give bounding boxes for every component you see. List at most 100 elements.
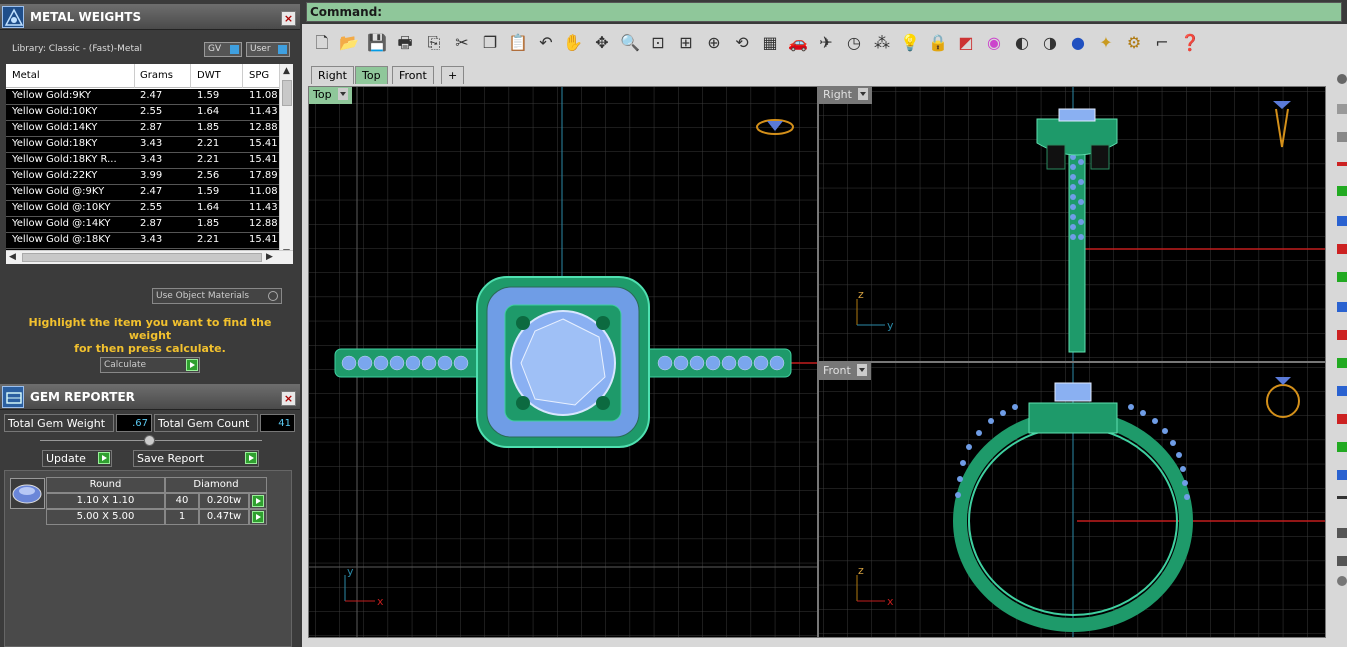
viewport-layout-icon[interactable]: ▦ [759,32,781,54]
metal-table-row[interactable]: Yellow Gold:10KY 2.55 1.64 11.43 [6,105,284,121]
front-viewport-label[interactable]: Front [819,363,871,380]
col-dwt[interactable]: DWT [197,70,221,81]
metal-table-row[interactable]: Yellow Gold:9KY 2.47 1.59 11.08 [6,89,284,105]
blue-arrow-tool-icon[interactable] [1337,216,1347,226]
plane-icon[interactable]: ✈ [815,32,837,54]
metal-cell-grams: 2.47 [140,90,163,101]
zoom-icon[interactable]: 🔍 [619,32,641,54]
metal-cell-grams: 2.87 [140,218,163,229]
light-tool-icon[interactable] [1337,74,1347,84]
col-metal[interactable]: Metal [12,70,40,81]
pencil-tool-icon[interactable] [1337,556,1347,566]
red-bar-tool-icon[interactable] [1337,162,1347,166]
layers-icon[interactable]: ◩ [955,32,977,54]
right-viewport-label[interactable]: Right [819,87,872,104]
shaded-sphere-icon[interactable]: ◑ [1039,32,1061,54]
user-toggle[interactable]: User [246,42,290,57]
tab-top[interactable]: Top [355,66,388,84]
rotate-view-icon[interactable]: ✥ [591,32,613,54]
color-wheel-icon[interactable]: ◉ [983,32,1005,54]
new-file-icon[interactable]: 🗋 [311,32,333,54]
green-arrow-2-tool-icon[interactable] [1337,442,1347,452]
gem-slider-handle[interactable] [144,435,155,446]
red-arrow-tool-icon[interactable] [1337,244,1347,254]
col-grams[interactable]: Grams [140,70,173,81]
metal-table-row[interactable]: Yellow Gold:18KY R... 3.43 2.21 15.41 [6,153,284,169]
green-arrows-tool-icon[interactable] [1337,358,1347,368]
help-icon[interactable]: ❓ [1179,32,1201,54]
gem-row-2-select-button[interactable] [249,509,267,525]
metal-cell-grams: 3.43 [140,234,163,245]
calculate-button[interactable]: Calculate [100,357,200,373]
metal-table-row[interactable]: Yellow Gold @:14KY 2.87 1.85 12.88 [6,217,284,233]
paste-icon[interactable]: 📋 [507,32,529,54]
top-viewport-label[interactable]: Top [309,87,352,104]
update-button[interactable]: Update [42,450,112,467]
save-report-button[interactable]: Save Report [133,450,259,467]
pan-hand-icon[interactable]: ✋ [562,32,584,54]
front-viewport[interactable]: z x Front [818,362,1326,638]
col-spg[interactable]: SPG [249,70,269,81]
blue-arrow-4-tool-icon[interactable] [1337,470,1347,480]
gv-toggle[interactable]: GV [204,42,242,57]
use-object-materials-radio[interactable] [268,291,278,301]
settings-gear-icon[interactable]: ⚙ [1123,32,1145,54]
cut-icon[interactable]: ✂ [451,32,473,54]
total-gem-weight-label: Total Gem Weight [4,414,114,432]
save-report-go-icon [245,452,257,464]
measure-tool-icon[interactable] [1337,496,1347,499]
top-viewport[interactable]: x y Top [308,86,818,638]
metal-cell-dwt: 2.21 [197,138,220,149]
car-render-icon[interactable]: 🚗 [787,32,809,54]
arrow-down-tool-icon[interactable] [1337,272,1347,282]
close-metal-panel-button[interactable]: × [281,11,296,26]
tab-front[interactable]: Front [392,66,434,84]
zoom-selected-icon[interactable]: ⊕ [703,32,725,54]
hand-tool-icon[interactable] [1337,576,1347,586]
undo-icon[interactable]: ↶ [535,32,557,54]
command-bar[interactable]: Command: [306,2,1342,22]
dimension-icon[interactable]: ⌐ [1151,32,1173,54]
close-gem-panel-button[interactable]: × [281,391,296,406]
gem-row-1-select-button[interactable] [249,493,267,509]
tab-add[interactable]: + [441,66,465,84]
osnap-icon[interactable]: ◷ [843,32,865,54]
metal-table-row[interactable]: Yellow Gold @:9KY 2.47 1.59 11.08 [6,185,284,201]
disc-tool-icon[interactable] [1337,132,1347,142]
metal-table-row[interactable]: Yellow Gold:14KY 2.87 1.85 12.88 [6,121,284,137]
red-arrow-3-tool-icon[interactable] [1337,414,1347,424]
pen-tool-icon[interactable] [1337,528,1347,538]
metal-table-row[interactable]: Yellow Gold @:10KY 2.55 1.64 11.43 [6,201,284,217]
open-folder-icon[interactable]: 📂 [338,32,360,54]
save-icon[interactable]: 💾 [366,32,388,54]
zoom-window-icon[interactable]: ⊡ [647,32,669,54]
right-viewport-dropdown-icon[interactable] [857,88,868,100]
tab-right[interactable]: Right [311,66,354,84]
undo-view-icon[interactable]: ⟲ [731,32,753,54]
rendered-sphere-icon[interactable]: ● [1067,32,1089,54]
bulb-tool-icon[interactable] [1337,104,1347,114]
zoom-extents-icon[interactable]: ⊞ [675,32,697,54]
metal-table-row[interactable]: Yellow Gold @:18KY 3.43 2.21 15.41 [6,233,284,249]
wireframe-sphere-icon[interactable]: ◐ [1011,32,1033,54]
export-icon[interactable]: ⎘ [423,32,445,54]
copy-icon[interactable]: ❐ [479,32,501,54]
metal-table-row[interactable]: Yellow Gold:22KY 3.99 2.56 17.89 [6,169,284,185]
top-viewport-dropdown-icon[interactable] [337,88,348,100]
arrow-up-tool-icon[interactable] [1337,186,1347,196]
front-viewport-dropdown-icon[interactable] [856,364,867,376]
metal-table-hscroll[interactable]: ◀ ▶ [6,250,293,264]
right-viewport[interactable]: z y Right [818,86,1326,362]
metal-table-vscroll[interactable]: ▲ ▼ [279,64,293,264]
print-icon[interactable]: 🖶 [394,32,416,54]
lock-icon[interactable]: 🔒 [927,32,949,54]
blue-arrow-3-tool-icon[interactable] [1337,386,1347,396]
light-bulb-icon[interactable]: 💡 [899,32,921,54]
red-arrow-2-tool-icon[interactable] [1337,330,1347,340]
metal-table-row[interactable]: Yellow Gold:18KY 3.43 2.21 15.41 [6,137,284,153]
spotlight-icon[interactable]: ✦ [1095,32,1117,54]
blue-arrow-2-tool-icon[interactable] [1337,302,1347,312]
select-points-icon[interactable]: ⁂ [871,32,893,54]
metal-weights-header: METAL WEIGHTS × [0,4,300,30]
use-object-materials-toggle[interactable]: Use Object Materials [152,288,282,304]
